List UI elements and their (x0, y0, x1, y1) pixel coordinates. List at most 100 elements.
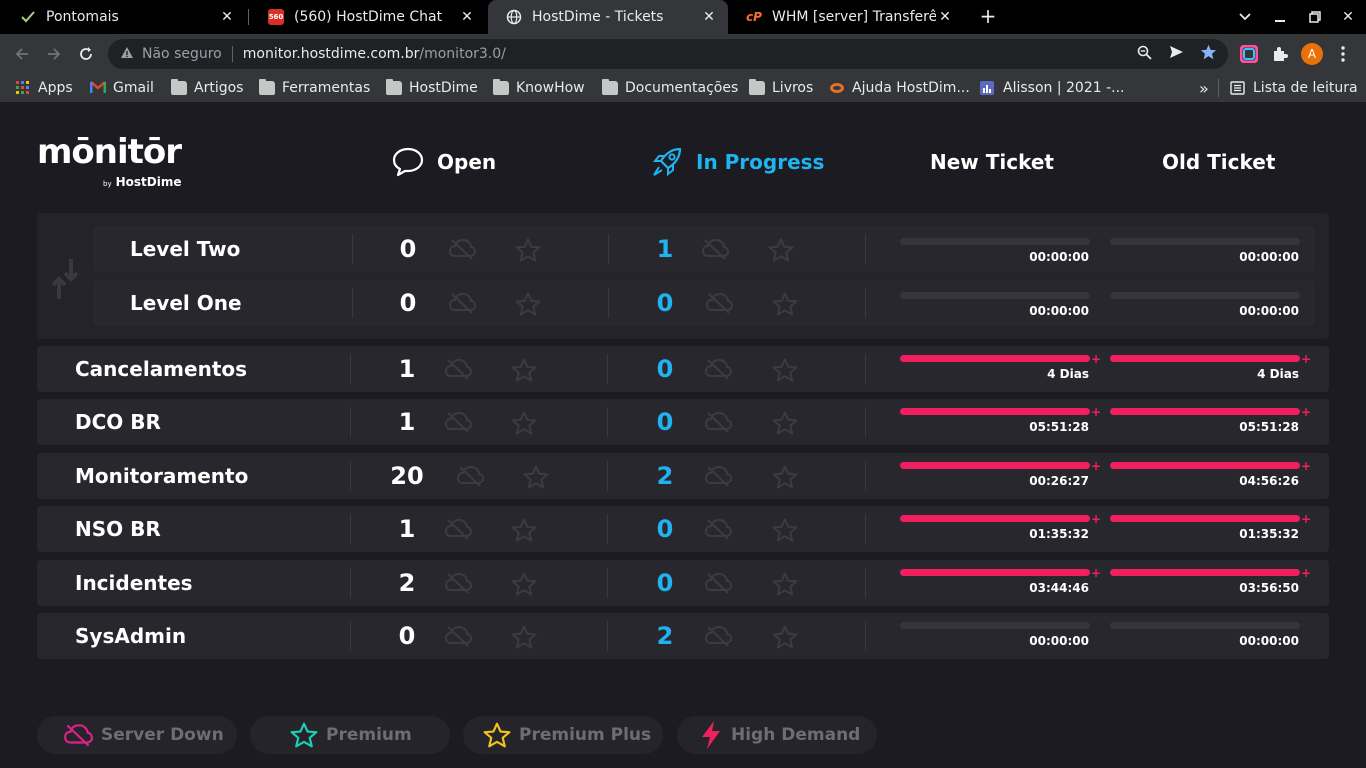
level-row[interactable]: Level Two 0 1 00:00:00 00:00:00 (93, 226, 1315, 272)
address-bar[interactable]: Não seguro monitor.hostdime.com.br/monit… (108, 39, 1228, 69)
restore-icon[interactable] (1297, 0, 1333, 34)
open-count: 0 (399, 235, 417, 263)
color-extension-icon[interactable] (1238, 43, 1260, 65)
bookmark-documentacoes[interactable]: Documentações (602, 78, 738, 98)
open-count: 1 (398, 408, 416, 436)
tab-hostdime-tickets[interactable]: HostDime - Tickets ✕ (488, 0, 728, 34)
globe-icon (506, 9, 522, 25)
plus-icon: + (1091, 512, 1102, 526)
in-progress-count: 0 (656, 355, 674, 383)
reload-icon[interactable] (74, 42, 98, 66)
queue-name: DCO BR (75, 410, 161, 434)
bookmark-hostdime[interactable]: HostDime (386, 78, 478, 98)
tab-in-progress[interactable]: In Progress (650, 146, 824, 178)
hostdime-icon (829, 81, 845, 95)
bookmark-alisson[interactable]: Alisson | 2021 -... (980, 78, 1124, 98)
url-path: /monitor3.0/ (419, 46, 506, 62)
level-name: Level One (130, 291, 242, 315)
tab-whm-transfer[interactable]: cP WHM [server] Transferên ✕ (728, 0, 964, 34)
queue-row[interactable]: DCO BR 1 0 +05:51:28 +05:51:28 (37, 399, 1329, 445)
forward-icon[interactable] (42, 42, 66, 66)
chat-badge-icon: 560 (268, 9, 284, 25)
level-name: Level Two (130, 237, 241, 261)
in-progress-count: 0 (656, 289, 674, 317)
tab-open[interactable]: Open (391, 146, 496, 178)
column-divider (607, 568, 608, 598)
send-icon[interactable] (1166, 42, 1186, 62)
tab-old-ticket[interactable]: Old Ticket (1162, 146, 1275, 178)
lightning-icon (702, 721, 720, 749)
new-tab-button[interactable]: + (976, 4, 1000, 28)
queue-name: Cancelamentos (75, 357, 248, 381)
column-divider (607, 407, 608, 437)
column-divider (865, 621, 866, 651)
column-divider (608, 288, 609, 318)
old-ticket-time: 01:35:32 (1239, 527, 1299, 541)
queue-row[interactable]: Cancelamentos 1 0 +4 Dias +4 Dias (37, 346, 1329, 392)
column-divider (865, 514, 866, 544)
queue-row[interactable]: SysAdmin 0 2 00:00:00 00:00:00 (37, 613, 1329, 659)
tab-pontomais[interactable]: Pontomais ✕ (2, 0, 246, 34)
column-divider (350, 621, 351, 651)
bookmark-label: Artigos (194, 80, 244, 96)
star-icon (772, 518, 798, 546)
profile-avatar[interactable]: A (1301, 43, 1323, 65)
tab-hostdime-chat[interactable]: 560 (560) HostDime Chat ✕ (250, 0, 486, 34)
tab-search-icon[interactable] (1227, 0, 1263, 34)
bookmark-livros[interactable]: Livros (749, 78, 813, 98)
column-divider (350, 354, 351, 384)
old-ticket-bar (1110, 515, 1300, 522)
tab-new-ticket[interactable]: New Ticket (930, 146, 1054, 178)
close-tab-icon[interactable]: ✕ (936, 9, 954, 25)
close-tab-icon[interactable]: ✕ (700, 9, 718, 25)
queue-row[interactable]: Monitoramento 20 2 +00:26:27 +04:56:26 (37, 453, 1329, 499)
star-icon (772, 411, 798, 439)
open-count: 2 (398, 569, 416, 597)
extensions-puzzle-icon[interactable] (1269, 43, 1291, 65)
cloud-off-icon (705, 292, 734, 318)
legend-high-demand: High Demand (677, 716, 877, 754)
bookmark-apps[interactable]: Apps (15, 78, 73, 98)
old-ticket-bar (1110, 238, 1300, 245)
new-ticket-bar (900, 515, 1090, 522)
queue-name: Monitoramento (75, 464, 249, 488)
minimize-icon[interactable] (1262, 0, 1298, 34)
column-divider (350, 514, 351, 544)
open-count: 20 (390, 462, 424, 490)
security-label[interactable]: Não seguro (142, 46, 222, 62)
queue-row[interactable]: Incidentes 2 0 +03:44:46 +03:56:50 (37, 560, 1329, 606)
cloud-off-icon (448, 292, 477, 318)
warning-icon[interactable] (120, 46, 134, 63)
in-progress-count: 1 (656, 235, 674, 263)
new-ticket-bar (900, 238, 1090, 245)
queue-row[interactable]: NSO BR 1 0 +01:35:32 +01:35:32 (37, 506, 1329, 552)
bookmark-label: Livros (772, 80, 814, 96)
close-tab-icon[interactable]: ✕ (218, 9, 236, 25)
bookmark-artigos[interactable]: Artigos (171, 78, 243, 98)
bookmark-star-icon[interactable] (1198, 42, 1218, 62)
more-bookmarks-button[interactable]: » (1199, 78, 1209, 98)
bookmark-gmail[interactable]: Gmail (90, 78, 154, 98)
legend-label: High Demand (731, 725, 861, 745)
new-ticket-time: 00:00:00 (1029, 634, 1089, 648)
new-ticket-time: 03:44:46 (1029, 581, 1089, 595)
open-count: 0 (399, 289, 417, 317)
gmail-icon (90, 81, 106, 95)
cloud-off-icon (448, 238, 477, 264)
close-tab-icon[interactable]: ✕ (458, 9, 476, 25)
cloud-off-icon (444, 411, 473, 437)
bookmark-ferramentas[interactable]: Ferramentas (259, 78, 370, 98)
reading-list-button[interactable]: Lista de leitura (1230, 78, 1358, 98)
new-ticket-bar (900, 355, 1090, 362)
back-icon[interactable] (10, 42, 34, 66)
cloud-off-icon (704, 358, 733, 384)
reading-list-label: Lista de leitura (1253, 80, 1358, 96)
star-icon (523, 465, 549, 493)
bookmark-ajuda-hostdime[interactable]: Ajuda HostDim... (829, 78, 970, 98)
legend-label: Server Down (101, 725, 224, 745)
zoom-icon[interactable] (1134, 42, 1154, 62)
level-row[interactable]: Level One 0 0 00:00:00 00:00:00 (93, 280, 1315, 326)
close-window-icon[interactable]: ✕ (1330, 0, 1366, 34)
bookmark-knowhow[interactable]: KnowHow (493, 78, 585, 98)
menu-kebab-icon[interactable] (1332, 43, 1354, 65)
